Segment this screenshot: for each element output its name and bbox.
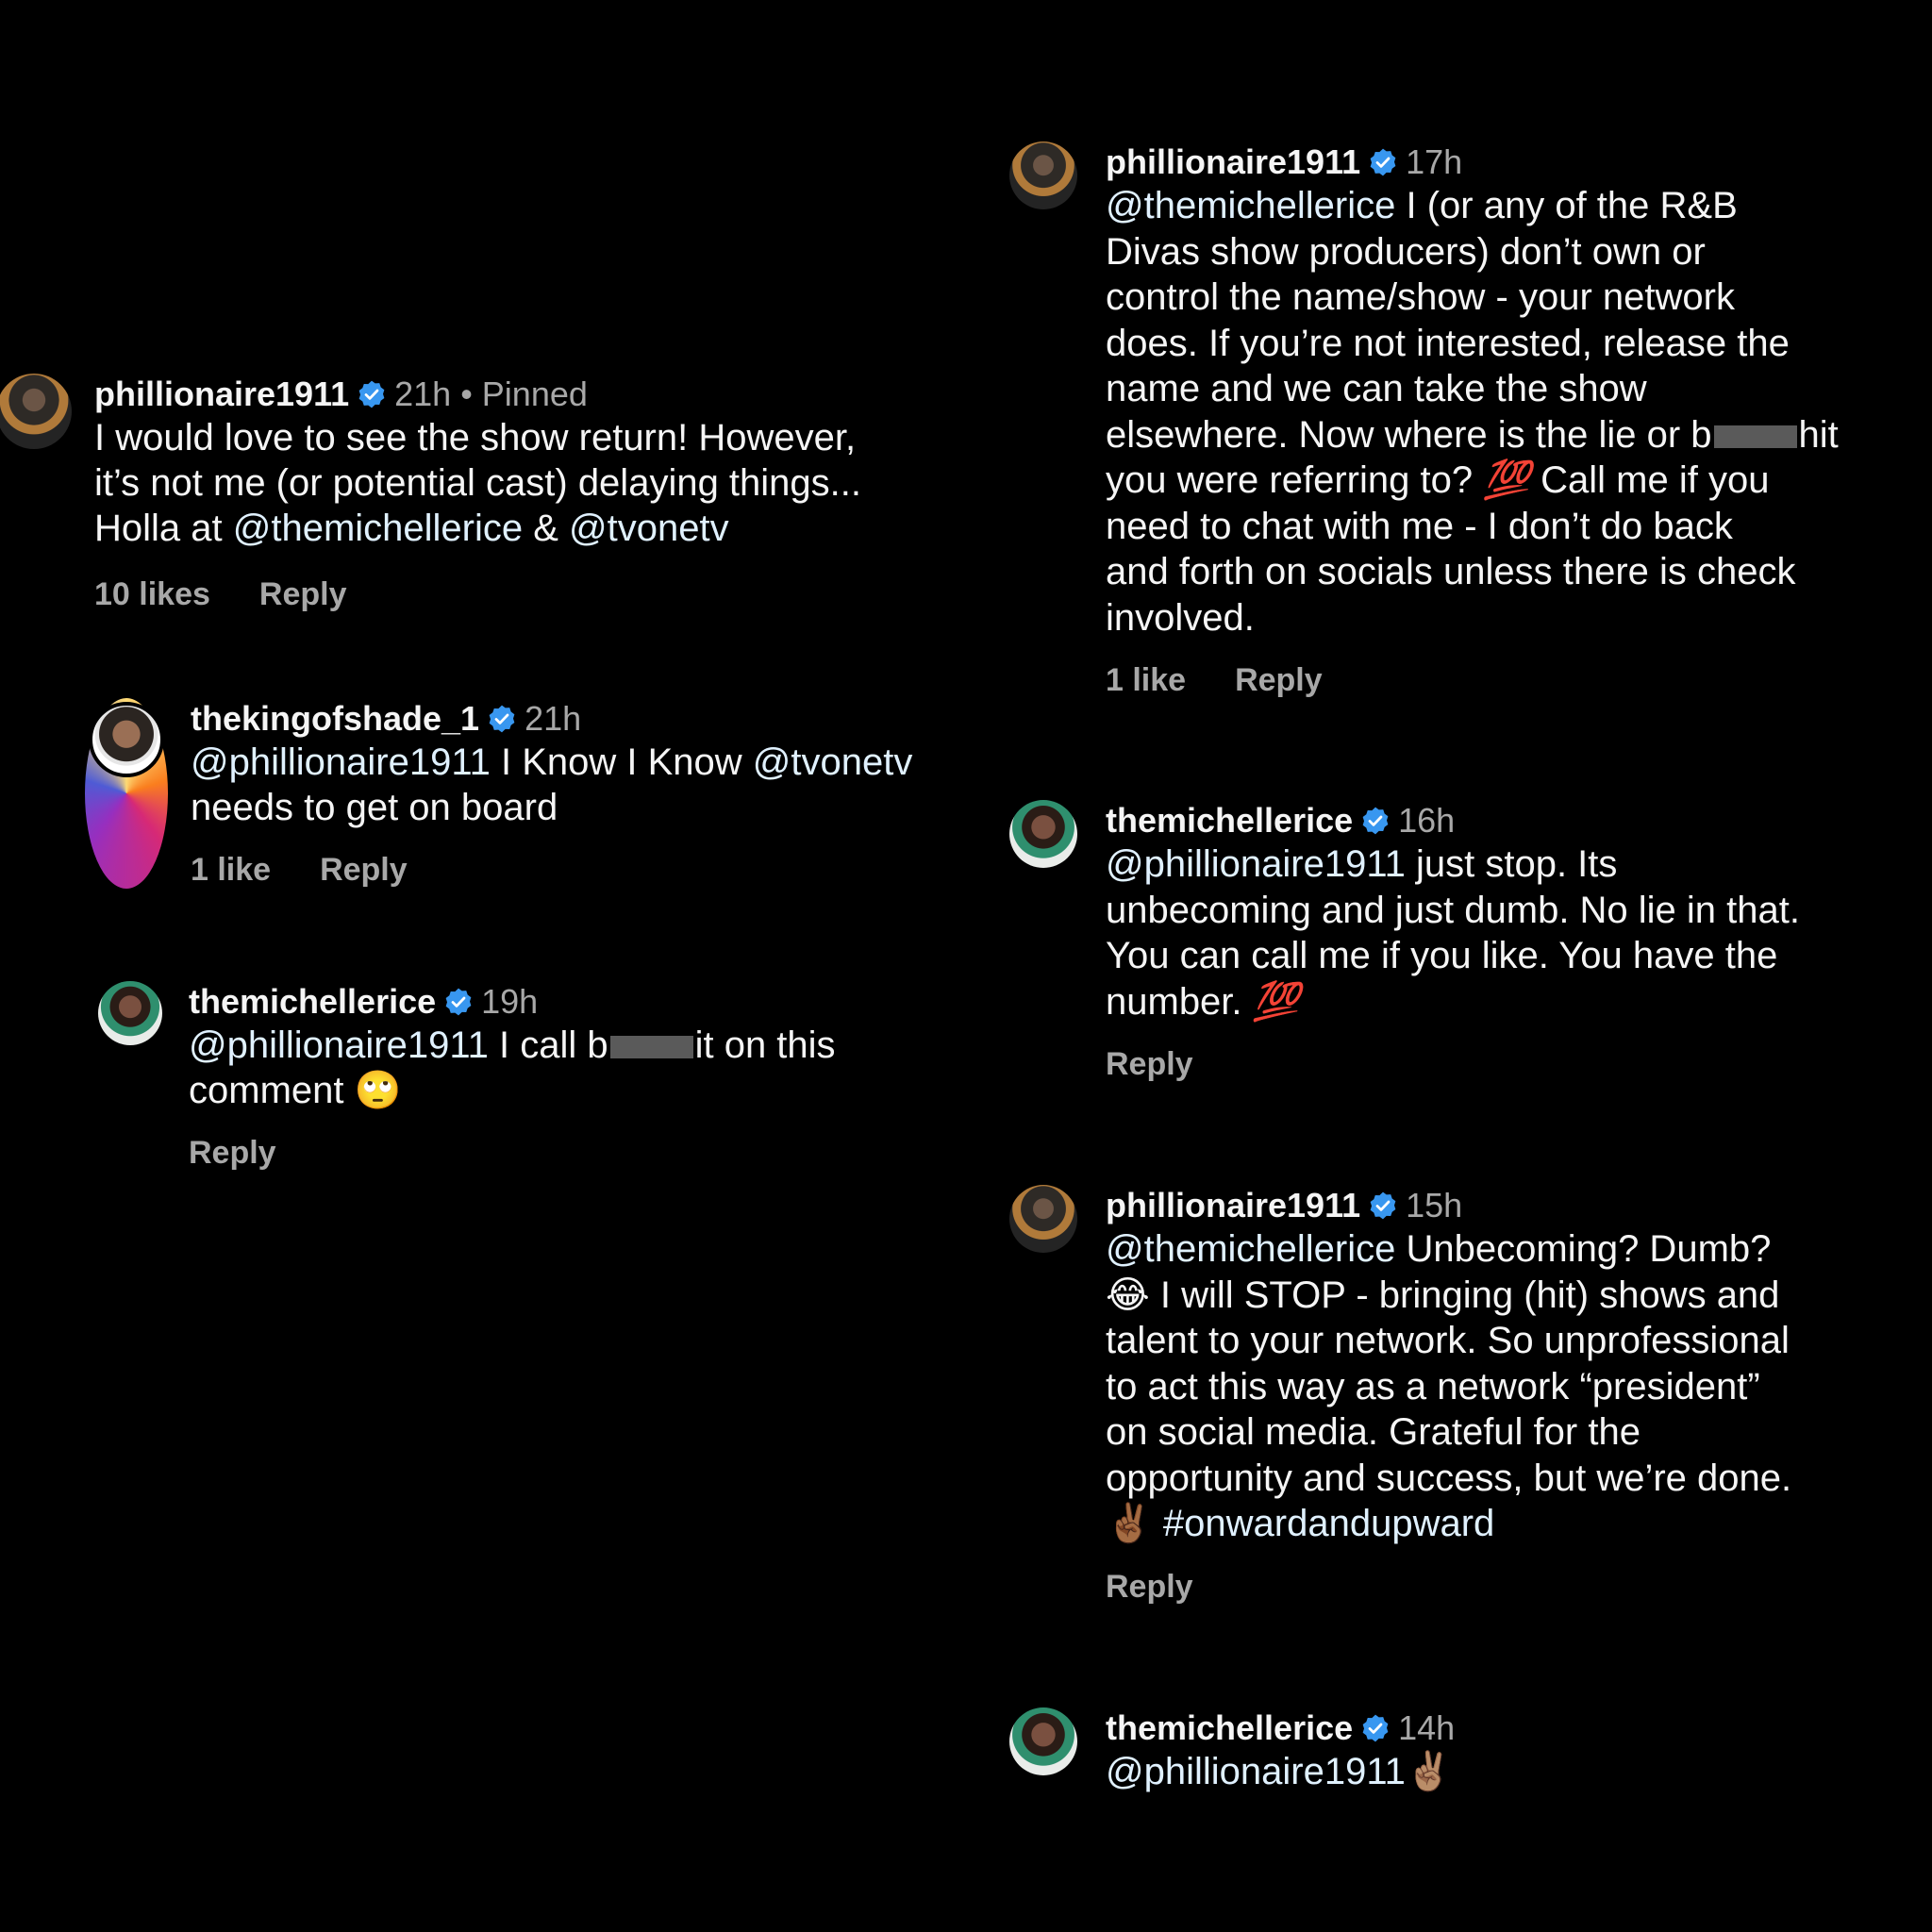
- comment-themichellerice-14h: themichellerice 14h @phillionaire1911 ✌🏽: [1009, 1707, 1455, 1794]
- mention-link[interactable]: @tvonetv: [753, 741, 913, 783]
- username[interactable]: themichellerice: [189, 981, 436, 1023]
- avatar[interactable]: [98, 981, 162, 1045]
- reply-button[interactable]: Reply: [189, 1134, 276, 1172]
- comment-themichellerice-1: themichellerice 19h @phillionaire1911 I …: [98, 981, 836, 1172]
- username[interactable]: thekingofshade_1: [191, 698, 479, 740]
- comment-meta: 21h • Pinned: [394, 375, 588, 413]
- avatar[interactable]: [0, 374, 72, 449]
- comment-meta: 14h: [1398, 1708, 1456, 1747]
- avatar[interactable]: [1009, 142, 1077, 209]
- peace-sign-emoji-icon: ✌🏽: [1405, 1750, 1453, 1793]
- censor-bar: [609, 1036, 693, 1059]
- comment-text: I would love to see the show return! How…: [94, 417, 862, 549]
- comment-meta: 16h: [1398, 801, 1456, 840]
- comment-text: @phillionaire1911 I Know I Know @tvonetv…: [191, 741, 913, 828]
- mention-link[interactable]: @themichellerice: [1106, 1228, 1395, 1270]
- username[interactable]: phillionaire1911: [94, 374, 349, 415]
- comment-themichellerice-16h: themichellerice 16h @phillionaire1911 ju…: [1009, 800, 1800, 1083]
- comment-meta: 17h: [1406, 142, 1463, 181]
- verified-badge-icon: [443, 987, 474, 1017]
- likes-count[interactable]: 1 like: [1106, 661, 1186, 699]
- avatar[interactable]: [1009, 1185, 1077, 1253]
- comment-text: @phillionaire1911 I call b it on this com…: [189, 1024, 836, 1112]
- comment-meta: 19h: [481, 982, 539, 1021]
- comment-text: @phillionaire1911 just stop. Its unbecom…: [1106, 843, 1800, 1024]
- avatar[interactable]: [1009, 1707, 1077, 1775]
- hundred-points-emoji-icon: 💯: [1483, 458, 1531, 502]
- reply-button[interactable]: Reply: [1235, 661, 1323, 699]
- laughing-emoji-icon: 😂: [1106, 1273, 1150, 1317]
- username[interactable]: themichellerice: [1106, 800, 1353, 841]
- avatar[interactable]: [89, 702, 164, 777]
- comment-phillionaire-15h: phillionaire1911 15h @themichellerice Un…: [1009, 1185, 1791, 1606]
- avatar[interactable]: [1009, 800, 1077, 868]
- verified-badge-icon: [1360, 806, 1391, 836]
- comment-text: @themichellerice Unbecoming? Dumb? 😂 I w…: [1106, 1228, 1792, 1545]
- reply-button[interactable]: Reply: [259, 575, 347, 613]
- mention-link[interactable]: @themichellerice: [1106, 185, 1395, 226]
- mention-link[interactable]: @tvonetv: [569, 508, 729, 549]
- mention-link[interactable]: @phillionaire1911: [1106, 843, 1406, 885]
- verified-badge-icon: [1368, 147, 1398, 177]
- verified-badge-icon: [487, 704, 517, 734]
- username[interactable]: themichellerice: [1106, 1707, 1353, 1749]
- comment-phillionaire-17h: phillionaire1911 17h @themichellerice I …: [1009, 142, 1839, 699]
- hashtag-link[interactable]: #onwardandupward: [1153, 1503, 1494, 1544]
- username[interactable]: phillionaire1911: [1106, 1185, 1360, 1226]
- verified-badge-icon: [1368, 1191, 1398, 1221]
- verified-badge-icon: [1360, 1713, 1391, 1743]
- username[interactable]: phillionaire1911: [1106, 142, 1360, 183]
- reply-button[interactable]: Reply: [1106, 1568, 1193, 1606]
- mention-link[interactable]: @phillionaire1911: [191, 741, 491, 783]
- likes-count[interactable]: 10 likes: [94, 575, 210, 613]
- reply-button[interactable]: Reply: [1106, 1045, 1193, 1083]
- mention-link[interactable]: @phillionaire1911: [1106, 1751, 1406, 1792]
- hundred-points-emoji-icon: 💯: [1252, 979, 1300, 1024]
- verified-badge-icon: [357, 379, 387, 409]
- eye-roll-emoji-icon: 🙄: [354, 1069, 402, 1112]
- comment-thekingofshade: thekingofshade_1 21h @phillionaire1911 I…: [85, 698, 912, 889]
- reply-button[interactable]: Reply: [320, 851, 408, 889]
- comment-meta: 15h: [1406, 1186, 1463, 1224]
- comment-meta: 21h: [525, 699, 582, 738]
- mention-link[interactable]: @phillionaire1911: [189, 1024, 489, 1066]
- mention-link[interactable]: @themichellerice: [233, 508, 523, 549]
- peace-sign-emoji-icon: ✌🏾: [1106, 1502, 1153, 1545]
- comment-text: @phillionaire1911 ✌🏽: [1106, 1749, 1455, 1794]
- comment-phillionaire-pinned: phillionaire1911 21h • Pinned I would lo…: [0, 374, 861, 613]
- likes-count[interactable]: 1 like: [191, 851, 271, 889]
- story-ring[interactable]: [85, 698, 168, 889]
- comment-text: @themichellerice I (or any of the R&B Di…: [1106, 185, 1839, 639]
- censor-bar: [1713, 425, 1797, 448]
